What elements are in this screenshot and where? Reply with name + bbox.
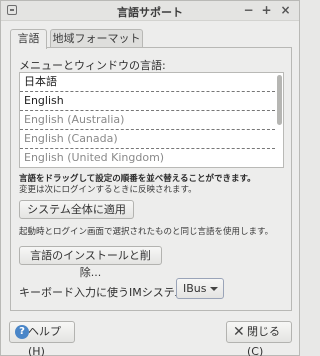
tab-regional-formats[interactable]: 地域フォーマット [50, 29, 143, 48]
keyboard-input-value: IBus [183, 282, 207, 295]
list-item[interactable]: English (Canada) [20, 130, 275, 149]
list-item[interactable]: English (United Kingdom) [20, 149, 275, 167]
language-tab-panel: メニューとウィンドウの言語: 日本語 English English (Aust… [10, 47, 292, 311]
list-scrollbar[interactable] [277, 75, 282, 125]
language-support-window: 言語サポート − + × 言語 地域フォーマット メニューとウィンドウの言語: … [0, 0, 300, 356]
close-button-label: 閉じる(C) [247, 325, 280, 356]
maximize-icon[interactable]: + [259, 3, 274, 18]
help-button-label: ヘルプ(H) [28, 325, 61, 356]
language-list[interactable]: 日本語 English English (Australia) English … [19, 72, 284, 168]
tab-language[interactable]: 言語 [10, 29, 47, 49]
list-item[interactable]: 日本語 [20, 73, 275, 92]
chevron-down-icon [210, 287, 218, 291]
list-item[interactable]: English (Australia) [20, 111, 275, 130]
keyboard-input-label: キーボード入力に使うIMシステム: [19, 286, 190, 299]
minimize-icon[interactable]: − [241, 3, 256, 18]
apply-system-wide-button[interactable]: システム全体に適用 [19, 200, 134, 219]
keyboard-input-select[interactable]: IBus [176, 278, 224, 299]
help-icon: ? [15, 325, 29, 339]
install-remove-languages-button[interactable]: 言語のインストールと削除... [19, 246, 162, 279]
list-item[interactable]: English [20, 92, 275, 111]
language-list-heading: メニューとウィンドウの言語: [19, 59, 166, 72]
relogin-hint: 変更は次にログインするときに反映されます。 [19, 185, 197, 195]
close-window-icon[interactable]: × [278, 3, 293, 18]
help-button[interactable]: ? ヘルプ(H) [9, 321, 75, 356]
close-button[interactable]: ✕ 閉じる(C) [226, 321, 292, 356]
title-bar[interactable]: 言語サポート − + × [1, 1, 299, 21]
apply-note: 起動時とログイン画面で選択されたものと同じ言語を使用します。 [19, 227, 274, 237]
close-icon: ✕ [233, 324, 245, 340]
